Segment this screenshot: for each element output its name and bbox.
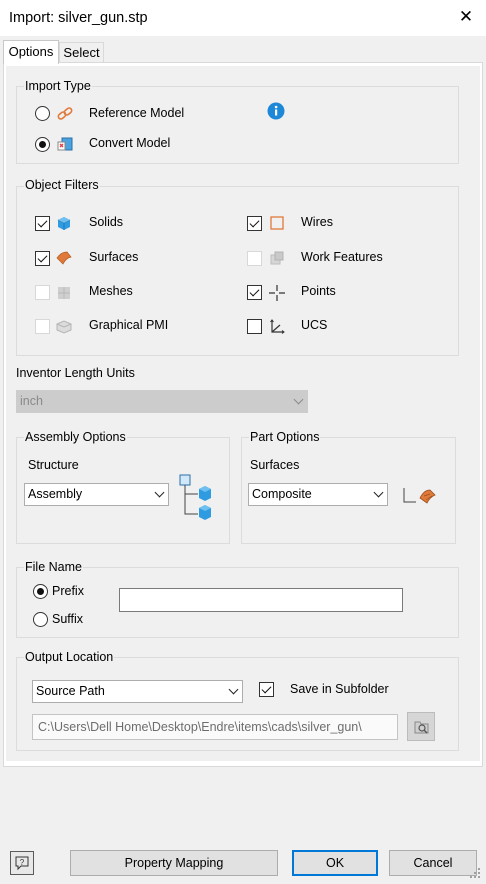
close-icon[interactable]: ✕ <box>456 6 476 28</box>
help-button[interactable]: ? <box>10 851 34 875</box>
chevron-down-icon <box>373 487 384 498</box>
property-mapping-button[interactable]: Property Mapping <box>70 850 278 876</box>
chevron-down-icon <box>154 487 165 498</box>
meshes-checkbox[interactable] <box>35 285 50 300</box>
output-location-legend: Output Location <box>24 650 115 664</box>
prefix-label: Prefix <box>52 584 84 598</box>
wires-label: Wires <box>301 215 333 229</box>
points-label: Points <box>301 284 336 298</box>
object-filters-legend: Object Filters <box>24 178 100 192</box>
structure-value: Assembly <box>28 487 83 501</box>
suffix-label: Suffix <box>52 612 84 626</box>
point-crosshair-icon <box>269 285 285 301</box>
import-type-legend: Import Type <box>24 79 92 93</box>
graphical-pmi-checkbox[interactable] <box>35 319 50 334</box>
help-icon: ? <box>15 856 29 871</box>
output-location-select[interactable]: Source Path <box>32 680 243 703</box>
convert-model-label: Convert Model <box>89 136 171 150</box>
surface-icon <box>56 251 72 265</box>
resize-grip[interactable] <box>468 866 482 880</box>
work-features-checkbox[interactable] <box>247 251 262 266</box>
assembly-tree-icon <box>179 474 211 520</box>
convert-model-radio[interactable] <box>35 137 50 152</box>
ucs-checkbox[interactable] <box>247 319 262 334</box>
chevron-down-icon <box>228 684 239 695</box>
solids-label: Solids <box>89 215 124 229</box>
svg-text:?: ? <box>20 858 25 867</box>
mesh-icon <box>58 287 70 299</box>
chevron-down-icon <box>293 394 304 405</box>
output-location-value: Source Path <box>36 684 105 698</box>
resize-grip-icon <box>470 868 480 878</box>
ok-button[interactable]: OK <box>292 850 378 876</box>
suffix-radio[interactable] <box>33 612 48 627</box>
link-icon <box>57 107 73 120</box>
length-units-value: inch <box>20 394 43 408</box>
browse-button[interactable] <box>407 712 435 741</box>
browse-folder-icon <box>414 721 429 734</box>
length-units-label: Inventor Length Units <box>16 366 135 380</box>
work-features-icon <box>270 251 284 265</box>
part-surfaces-value: Composite <box>252 487 312 501</box>
part-surfaces-label: Surfaces <box>250 458 300 472</box>
output-path-field[interactable]: C:\Users\Dell Home\Desktop\Endre\items\c… <box>32 714 398 740</box>
save-in-subfolder-label: Save in Subfolder <box>290 682 389 696</box>
solid-cube-icon <box>57 217 71 230</box>
graphical-pmi-label: Graphical PMI <box>89 318 169 332</box>
ucs-axes-icon <box>270 319 285 334</box>
tab-options[interactable]: Options <box>3 40 59 64</box>
tab-select[interactable]: Select <box>59 42 104 62</box>
cancel-button[interactable]: Cancel <box>389 850 477 876</box>
length-units-select[interactable]: inch <box>16 390 308 413</box>
solids-checkbox[interactable] <box>35 216 50 231</box>
structure-label: Structure <box>28 458 79 472</box>
reference-model-radio[interactable] <box>35 106 50 121</box>
window-title: Import: silver_gun.stp <box>9 10 148 26</box>
file-name-legend: File Name <box>24 560 83 574</box>
info-icon[interactable] <box>267 102 285 120</box>
convert-model-icon <box>57 137 73 151</box>
prefix-radio[interactable] <box>33 584 48 599</box>
file-name-input[interactable] <box>119 588 403 612</box>
points-checkbox[interactable] <box>247 285 262 300</box>
wires-checkbox[interactable] <box>247 216 262 231</box>
meshes-label: Meshes <box>89 284 133 298</box>
reference-model-label: Reference Model <box>89 106 185 120</box>
part-options-legend: Part Options <box>249 430 321 444</box>
import-type-group <box>16 86 459 164</box>
wire-square-icon <box>270 216 284 230</box>
pmi-icon <box>56 320 72 334</box>
work-features-label: Work Features <box>301 250 383 264</box>
part-surfaces-select[interactable]: Composite <box>248 483 388 506</box>
surfaces-checkbox[interactable] <box>35 251 50 266</box>
object-filters-group <box>16 186 459 356</box>
ucs-label: UCS <box>301 318 328 332</box>
save-in-subfolder-checkbox[interactable] <box>259 682 274 697</box>
surfaces-label: Surfaces <box>89 250 139 264</box>
structure-select[interactable]: Assembly <box>24 483 169 506</box>
assembly-options-legend: Assembly Options <box>24 430 127 444</box>
composite-surface-icon <box>403 488 436 504</box>
